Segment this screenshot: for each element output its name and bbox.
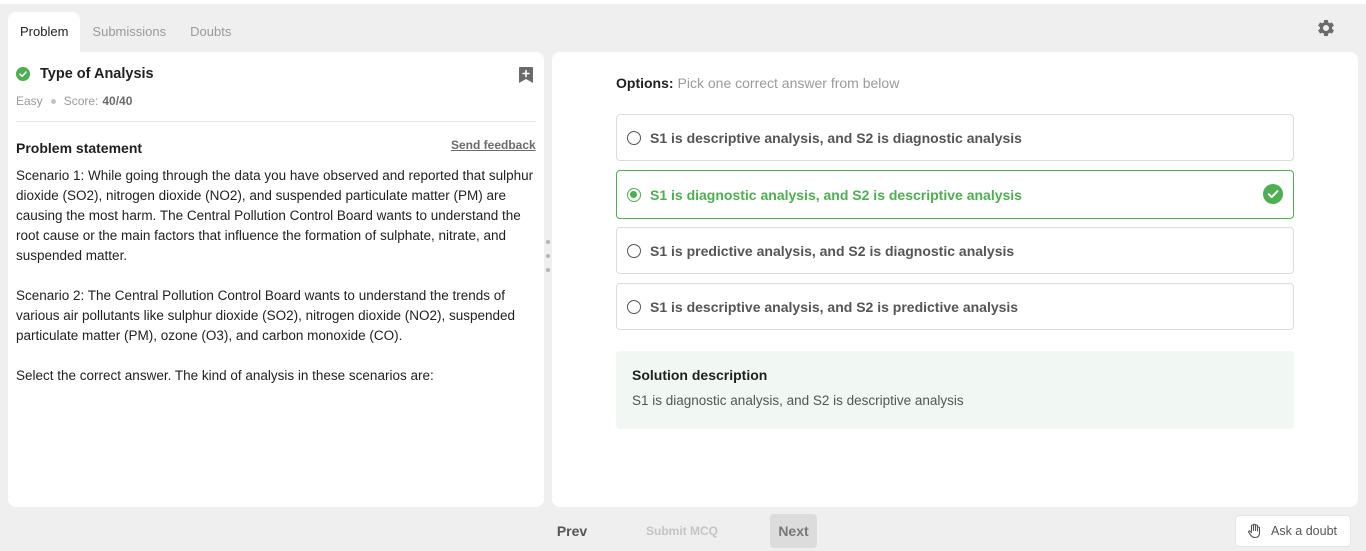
answer-panel: Options: Pick one correct answer from bel… (552, 52, 1358, 507)
gear-icon[interactable] (1316, 18, 1336, 38)
next-button[interactable]: Next (770, 514, 817, 548)
solution-text: S1 is diagnostic analysis, and S2 is des… (632, 393, 964, 408)
bookmark-plus-icon[interactable] (518, 66, 534, 84)
option-text: S1 is descriptive analysis, and S2 is pr… (650, 298, 1019, 315)
option-text: S1 is descriptive analysis, and S2 is di… (650, 129, 1022, 146)
ask-doubt-label: Ask a doubt (1271, 524, 1338, 538)
options-label: Options: (616, 75, 674, 91)
radio-button[interactable] (627, 299, 641, 314)
problem-title-row: Type of Analysis (16, 66, 154, 82)
handle-dot (546, 268, 550, 272)
tab-problem[interactable]: Problem (8, 12, 81, 52)
check-circle-icon (1263, 184, 1283, 204)
divider (16, 121, 536, 122)
tab-bar: Problem Submissions Doubts (8, 12, 243, 52)
problem-statement: Scenario 1: While going through the data… (16, 166, 538, 406)
submit-mcq-button[interactable]: Submit MCQ (638, 514, 726, 548)
difficulty-label: Easy (16, 94, 43, 108)
radio-button[interactable] (627, 130, 641, 145)
prev-button[interactable]: Prev (548, 514, 596, 548)
problem-panel: Type of Analysis Easy Score: 40/40 Probl… (8, 52, 544, 507)
statement-paragraph-3: Select the correct answer. The kind of a… (16, 368, 434, 383)
handle-dot (546, 240, 550, 244)
handle-dot (546, 254, 550, 258)
hand-icon (1248, 523, 1261, 539)
problem-meta: Easy Score: 40/40 (16, 94, 132, 108)
option-2[interactable]: S1 is diagnostic analysis, and S2 is des… (616, 170, 1294, 219)
radio-button[interactable] (627, 243, 641, 258)
statement-paragraph-1: Scenario 1: While going through the data… (16, 168, 534, 263)
option-3[interactable]: S1 is predictive analysis, and S2 is dia… (616, 227, 1294, 274)
check-circle-icon (16, 67, 30, 81)
option-text: S1 is diagnostic analysis, and S2 is des… (650, 186, 1022, 203)
option-1[interactable]: S1 is descriptive analysis, and S2 is di… (616, 114, 1294, 161)
tab-submissions[interactable]: Submissions (80, 12, 178, 52)
tab-doubts[interactable]: Doubts (178, 12, 243, 52)
ask-doubt-button[interactable]: Ask a doubt (1235, 515, 1351, 547)
solution-title: Solution description (632, 367, 768, 383)
solution-box: Solution description S1 is diagnostic an… (616, 351, 1294, 429)
problem-statement-heading: Problem statement (16, 140, 143, 156)
options-hint: Pick one correct answer from below (677, 75, 900, 91)
option-4[interactable]: S1 is descriptive analysis, and S2 is pr… (616, 283, 1294, 330)
meta-separator-dot (50, 98, 56, 104)
score-label: Score: (63, 94, 99, 108)
score-value: 40/40 (102, 94, 133, 108)
problem-title: Type of Analysis (40, 66, 154, 82)
panel-resize-handle[interactable] (545, 240, 551, 272)
options-header: Options: Pick one correct answer from bel… (616, 75, 899, 91)
option-text: S1 is predictive analysis, and S2 is dia… (650, 242, 1015, 259)
top-strip (0, 0, 1366, 4)
send-feedback-link[interactable]: Send feedback (451, 138, 536, 152)
radio-button-selected[interactable] (627, 187, 641, 202)
statement-paragraph-2: Scenario 2: The Central Pollution Contro… (16, 288, 516, 343)
